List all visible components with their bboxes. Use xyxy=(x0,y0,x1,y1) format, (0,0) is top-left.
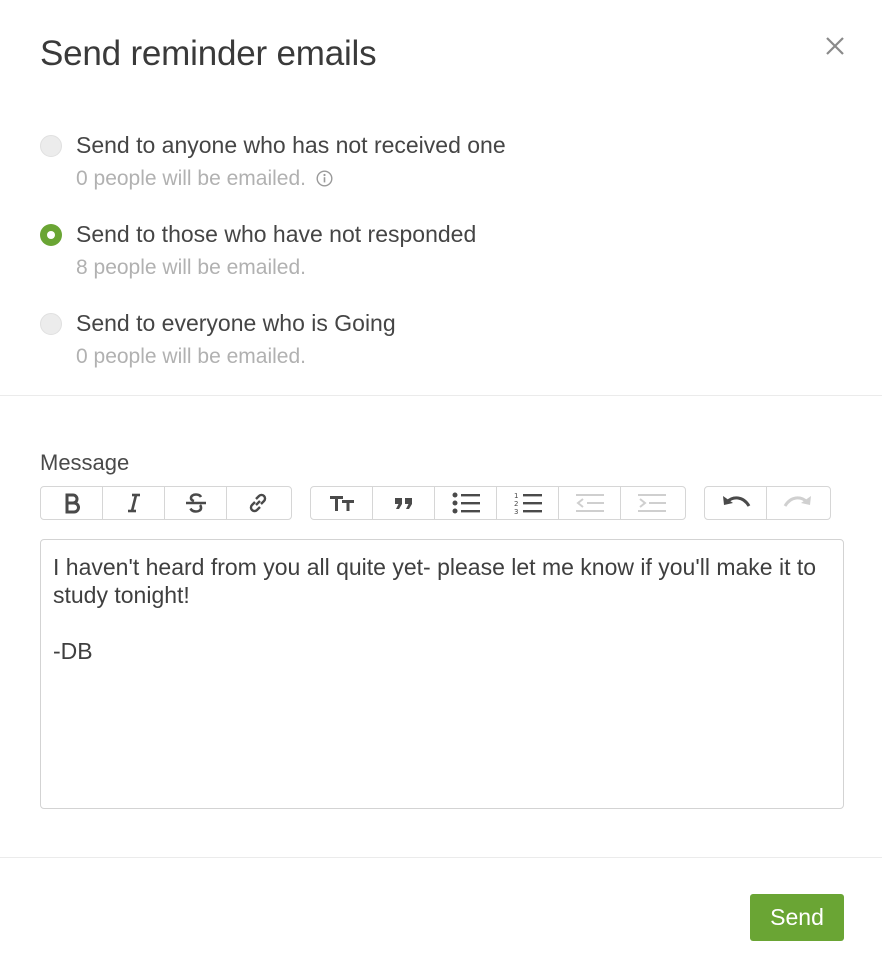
radio-not-responded[interactable] xyxy=(40,224,62,246)
format-toolbar-group xyxy=(40,486,292,520)
bold-icon xyxy=(65,493,80,514)
close-button[interactable] xyxy=(822,33,848,59)
numbered-list-button[interactable]: 123 xyxy=(497,487,559,519)
bullet-list-button[interactable] xyxy=(435,487,497,519)
link-icon xyxy=(249,493,267,513)
strikethrough-button[interactable] xyxy=(165,487,227,519)
heading-icon xyxy=(329,496,354,511)
heading-button[interactable] xyxy=(311,487,373,519)
option-label[interactable]: Send to those who have not responded xyxy=(76,221,476,248)
svg-text:2: 2 xyxy=(514,500,518,508)
strikethrough-icon xyxy=(185,493,206,513)
link-button[interactable] xyxy=(227,487,289,519)
option-label[interactable]: Send to everyone who is Going xyxy=(76,310,396,337)
svg-text:1: 1 xyxy=(514,492,518,500)
redo-icon xyxy=(783,496,811,507)
radio-going[interactable] xyxy=(40,313,62,335)
dialog-title: Send reminder emails xyxy=(40,34,377,73)
redo-button[interactable] xyxy=(767,487,829,519)
quote-button[interactable] xyxy=(373,487,435,519)
undo-button[interactable] xyxy=(705,487,767,519)
message-editor[interactable]: I haven't heard from you all quite yet- … xyxy=(40,539,844,809)
block-toolbar-group: 123 xyxy=(310,486,686,520)
quote-icon xyxy=(394,498,412,509)
italic-button[interactable] xyxy=(103,487,165,519)
history-toolbar-group xyxy=(704,486,831,520)
undo-icon xyxy=(722,496,750,507)
option-count: 0 people will be emailed. xyxy=(76,167,333,191)
indent-icon xyxy=(638,494,666,512)
option-count-text: 0 people will be emailed. xyxy=(76,167,306,190)
footer-divider xyxy=(0,857,882,858)
option-count: 8 people will be emailed. xyxy=(76,256,306,279)
section-divider xyxy=(0,395,882,396)
indent-button[interactable] xyxy=(621,487,683,519)
bullet-list-icon xyxy=(452,492,480,514)
numbered-list-icon: 123 xyxy=(514,492,542,515)
outdent-button[interactable] xyxy=(559,487,621,519)
italic-icon xyxy=(127,493,140,513)
radio-not-received[interactable] xyxy=(40,135,62,157)
message-label: Message xyxy=(40,450,130,475)
close-icon xyxy=(826,37,844,55)
outdent-icon xyxy=(575,494,604,512)
send-button[interactable]: Send xyxy=(750,894,844,941)
option-count: 0 people will be emailed. xyxy=(76,345,306,368)
bold-button[interactable] xyxy=(41,487,103,519)
info-icon[interactable] xyxy=(316,169,333,187)
svg-text:3: 3 xyxy=(514,508,518,515)
option-label[interactable]: Send to anyone who has not received one xyxy=(76,132,506,159)
